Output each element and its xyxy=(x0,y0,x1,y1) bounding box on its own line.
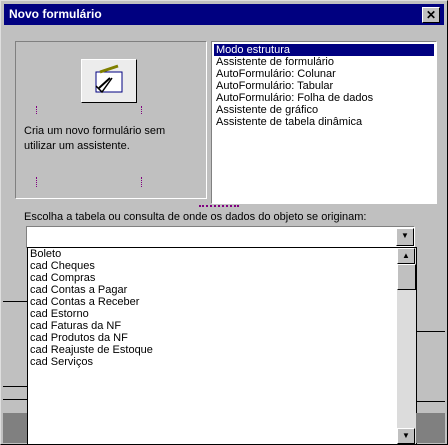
title-bar[interactable]: Novo formulário ✕ xyxy=(4,4,444,25)
table-option[interactable]: cad Produtos da NF xyxy=(28,332,416,344)
wizard-list-item[interactable]: Assistente de gráfico xyxy=(214,104,434,116)
close-button[interactable]: ✕ xyxy=(422,7,440,23)
scroll-thumb[interactable] xyxy=(397,264,416,290)
wizard-list-item[interactable]: AutoFormulário: Folha de dados xyxy=(214,92,434,104)
table-option[interactable]: cad Faturas da NF xyxy=(28,320,416,332)
wizard-list-item[interactable]: Assistente de formulário xyxy=(214,56,434,68)
table-option[interactable]: cad Cheques xyxy=(28,260,416,272)
dialog-title: Novo formulário xyxy=(9,7,102,21)
table-option[interactable]: cad Reajuste de Estoque xyxy=(28,344,416,356)
option-description: Cria um novo formulário sem utilizar um … xyxy=(24,125,166,152)
table-option[interactable]: cad Compras xyxy=(28,272,416,284)
new-form-dialog: Novo formulário ✕ Cria um novo formulári… xyxy=(0,0,448,445)
dotted-marker xyxy=(141,177,143,187)
dropdown-scrollbar[interactable]: ▲ ▼ xyxy=(397,248,416,444)
chevron-down-icon: ▼ xyxy=(401,231,409,240)
arrow-up-icon: ▲ xyxy=(402,251,410,260)
form-wizard-icon xyxy=(81,59,137,103)
table-option[interactable]: Boleto xyxy=(28,248,416,260)
arrow-down-icon: ▼ xyxy=(402,431,410,440)
wizard-list-item[interactable]: Assistente de tabela dinâmica xyxy=(214,116,434,128)
scroll-up-button[interactable]: ▲ xyxy=(397,248,415,264)
background-line xyxy=(3,399,27,400)
background-panel xyxy=(3,413,27,443)
wizard-list-items: Modo estrutura Assistente de formulário Au… xyxy=(214,44,434,201)
background-line xyxy=(416,331,445,332)
background-line xyxy=(3,386,27,387)
table-option[interactable]: cad Estorno xyxy=(28,308,416,320)
wizard-list-item[interactable]: AutoFormulário: Colunar xyxy=(214,68,434,80)
table-prompt: Escolha a tabela ou consulta de onde os … xyxy=(24,211,367,223)
close-icon: ✕ xyxy=(425,8,437,22)
wizard-listbox[interactable]: Modo estrutura Assistente de formulário Au… xyxy=(211,41,437,204)
wizard-list-item[interactable]: Modo estrutura xyxy=(214,44,434,56)
dotted-marker xyxy=(141,106,143,114)
dotted-marker xyxy=(36,106,38,114)
table-option[interactable]: cad Contas a Receber xyxy=(28,296,416,308)
table-dropdown-list[interactable]: Boleto cad Cheques cad Compras cad Contas a… xyxy=(27,247,417,445)
combo-dropdown-button[interactable]: ▼ xyxy=(396,228,414,246)
scroll-down-button[interactable]: ▼ xyxy=(397,428,415,444)
table-option[interactable]: cad Serviços xyxy=(28,356,416,368)
background-line xyxy=(416,401,445,402)
background-line xyxy=(3,301,27,302)
background-panel xyxy=(416,413,445,443)
table-options: Boleto cad Cheques cad Compras cad Contas a… xyxy=(28,248,416,368)
wizard-list-item[interactable]: AutoFormulário: Tabular xyxy=(214,80,434,92)
table-option[interactable]: cad Contas a Pagar xyxy=(28,284,416,296)
dotted-marker xyxy=(199,205,239,209)
table-combo[interactable]: ▼ xyxy=(26,226,415,249)
dotted-marker xyxy=(36,177,38,187)
preview-panel: Cria um novo formulário sem utilizar um … xyxy=(15,41,207,199)
